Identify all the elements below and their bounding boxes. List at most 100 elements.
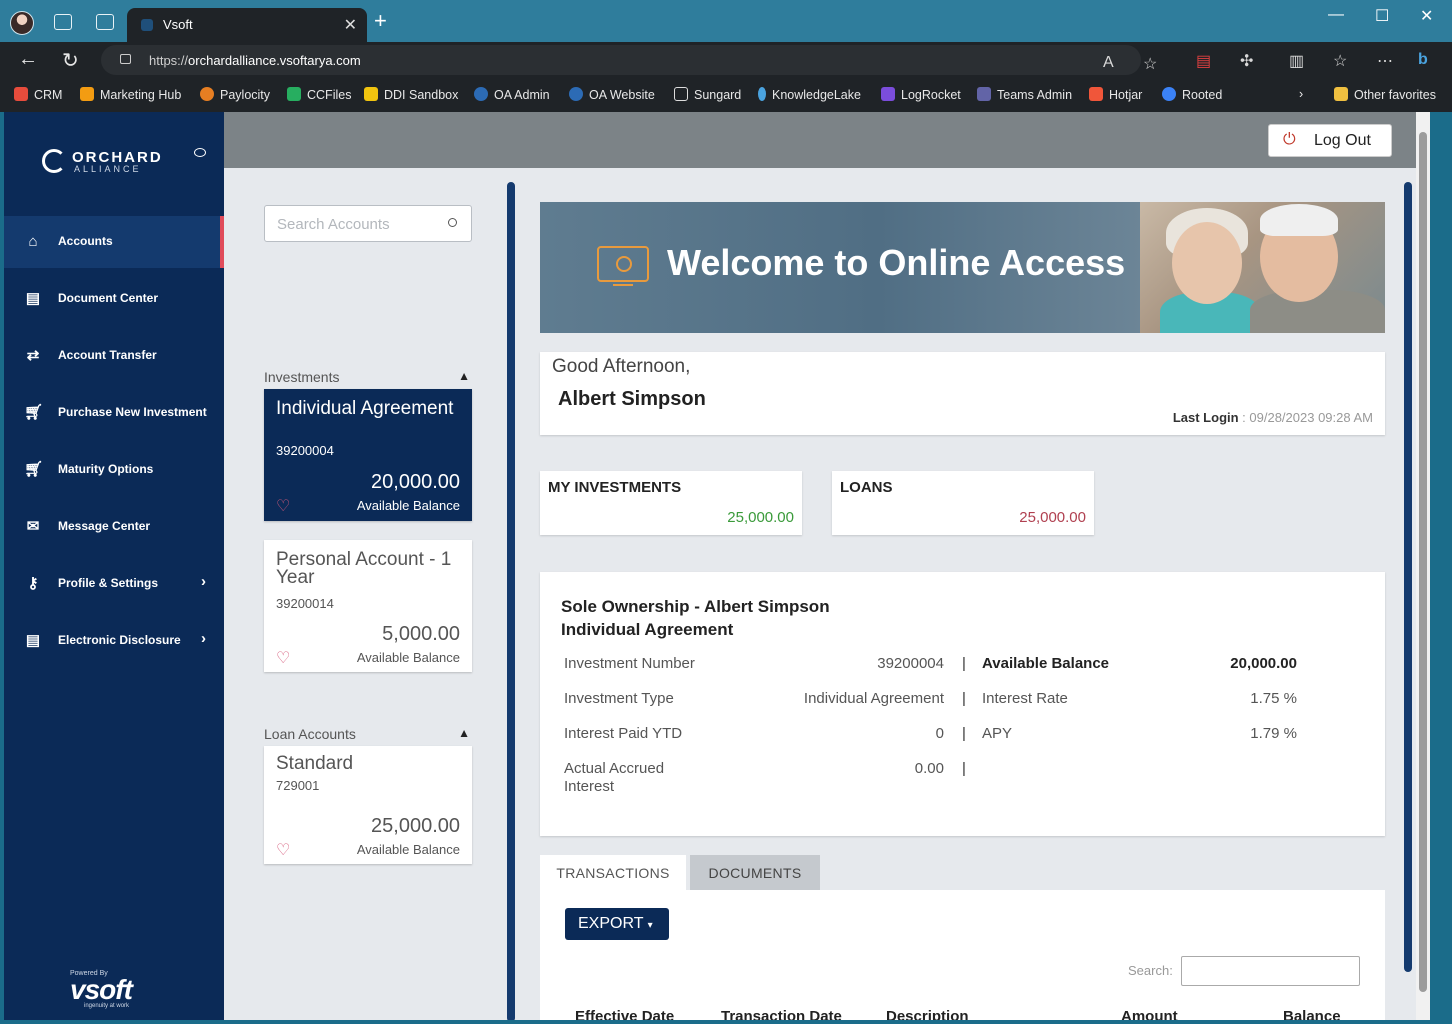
detail-key: Interest Paid YTD	[564, 725, 683, 742]
browser-tab[interactable]: Vsoft ✕	[127, 8, 367, 42]
bing-icon[interactable]: b	[1418, 51, 1428, 69]
account-name: Personal Account - 1 Year	[276, 549, 452, 588]
bookmark-oa-website[interactable]: OA Website	[569, 87, 655, 102]
column-header-amount[interactable]: Amount	[1121, 1008, 1178, 1020]
extension-icon[interactable]: ▤	[1196, 51, 1211, 71]
minimize-icon[interactable]: —	[1328, 6, 1344, 24]
detail-value: 20,000.00	[1230, 655, 1297, 672]
bookmark-ccfiles[interactable]: CCFiles	[287, 87, 351, 102]
heart-icon[interactable]: ♡	[276, 648, 290, 668]
content-scrollbar[interactable]	[1404, 182, 1412, 972]
other-favorites[interactable]: Other favorites	[1334, 87, 1436, 102]
search-accounts-input[interactable]: Search Accounts	[264, 205, 472, 242]
bookmark-hotjar[interactable]: Hotjar	[1089, 87, 1142, 102]
account-detail-card: Sole Ownership - Albert Simpson Individu…	[540, 572, 1385, 836]
sidebar-item-maturity-options[interactable]: 🛒︎ Maturity Options	[4, 444, 224, 496]
chevron-right-icon[interactable]: ›	[1299, 87, 1303, 101]
detail-separator: |	[962, 725, 966, 742]
ccfiles-icon	[287, 87, 301, 101]
detail-key: Investment Type	[564, 690, 674, 707]
favorites-icon[interactable]: ☆	[1333, 51, 1347, 71]
account-balance: 5,000.00	[382, 623, 460, 645]
heart-icon[interactable]: ♡	[276, 840, 290, 860]
more-icon[interactable]: ⋯	[1377, 51, 1393, 71]
page-scrollbar[interactable]	[1416, 112, 1430, 1020]
banner-title: Welcome to Online Access	[667, 242, 1126, 283]
bookmark-ddi-sandbox[interactable]: DDI Sandbox	[364, 87, 458, 102]
investments-heading[interactable]: Investments ▲	[264, 369, 472, 385]
loans-heading[interactable]: Loan Accounts ▲	[264, 726, 472, 742]
detail-key: APY	[982, 725, 1013, 742]
bookmark-sungard[interactable]: Sungard	[674, 87, 741, 102]
loans-total[interactable]: LOANS 25,000.00	[832, 471, 1094, 535]
bookmark-paylocity[interactable]: Paylocity	[200, 87, 270, 102]
sidebar-item-profile-settings[interactable]: ⚷ Profile & Settings ›	[4, 558, 224, 610]
scrollbar-thumb[interactable]	[1419, 132, 1427, 992]
workspaces-icon[interactable]	[54, 14, 72, 30]
account-balance: 25,000.00	[371, 815, 460, 837]
bookmark-logrocket[interactable]: LogRocket	[881, 87, 961, 102]
marketing-hub-icon	[80, 87, 94, 101]
detail-key: Investment Number	[564, 655, 695, 672]
bookmark-rooted[interactable]: Rooted	[1162, 87, 1222, 102]
cart-icon: 🛒︎	[24, 461, 44, 478]
column-header-balance[interactable]: Balance	[1283, 1008, 1341, 1020]
column-header-effective-date[interactable]: Effective Date	[575, 1008, 674, 1020]
welcome-banner: Welcome to Online Access	[540, 202, 1385, 333]
eye-toggle-icon[interactable]	[194, 148, 206, 157]
caret-down-icon: ▾	[647, 920, 653, 931]
bookmark-oa-admin[interactable]: OA Admin	[474, 87, 550, 102]
bookmark-marketing-hub[interactable]: Marketing Hub	[80, 87, 181, 102]
transactions-search-label: Search:	[1128, 963, 1173, 978]
sidebar-item-document-center[interactable]: ▤ Document Center	[4, 273, 224, 325]
detail-separator: |	[962, 690, 966, 707]
chevron-up-icon[interactable]: ▲	[458, 369, 470, 383]
export-button[interactable]: EXPORT ▾	[565, 908, 669, 940]
sidebar-item-purchase-new-investment[interactable]: 🛒︎ Purchase New Investment	[4, 387, 224, 439]
bookmark-knowledgelake[interactable]: KnowledgeLake	[758, 87, 861, 102]
chevron-up-icon[interactable]: ▲	[458, 726, 470, 740]
oa-website-icon	[569, 87, 583, 101]
sidebar-item-message-center[interactable]: ✉ Message Center	[4, 501, 224, 553]
profile-avatar[interactable]	[10, 11, 34, 35]
tab-transactions[interactable]: TRANSACTIONS	[540, 855, 686, 891]
back-icon[interactable]: ←	[18, 48, 38, 71]
my-investments-total[interactable]: MY INVESTMENTS 25,000.00	[540, 471, 802, 535]
key-icon: ⚷	[27, 575, 39, 592]
detail-value: Individual Agreement	[803, 690, 944, 707]
investments-heading-label: Investments	[264, 369, 340, 385]
extensions-puzzle-icon[interactable]: ✣	[1240, 51, 1253, 71]
column-header-description[interactable]: Description	[886, 1008, 969, 1020]
url-bar[interactable]: https://orchardalliance.vsoftarya.com A …	[101, 45, 1157, 75]
favorite-star-icon[interactable]: ☆	[1143, 54, 1157, 74]
bookmark-crm[interactable]: CRM	[14, 87, 62, 102]
transactions-panel: EXPORT ▾ Search: Effective Date Transact…	[540, 890, 1385, 1020]
account-card-individual-agreement[interactable]: Individual Agreement 39200004 20,000.00 …	[264, 389, 472, 521]
search-icon[interactable]	[448, 218, 457, 227]
column-header-transaction-date[interactable]: Transaction Date	[721, 1008, 842, 1020]
account-card-personal-account[interactable]: Personal Account - 1 Year 39200014 5,000…	[264, 540, 472, 672]
chevron-right-icon: ›	[201, 630, 206, 647]
transactions-search-input[interactable]	[1181, 956, 1360, 986]
split-screen-icon[interactable]: ▥	[1289, 51, 1304, 71]
tab-documents[interactable]: DOCUMENTS	[690, 855, 820, 891]
heart-icon[interactable]: ♡	[276, 496, 290, 516]
refresh-icon[interactable]: ↻	[62, 48, 79, 73]
maximize-icon[interactable]: ☐	[1375, 6, 1389, 26]
account-card-standard[interactable]: Standard 729001 25,000.00 Available Bala…	[264, 746, 472, 864]
sidebar-item-account-transfer[interactable]: ⇄ Account Transfer	[4, 330, 224, 382]
new-tab-icon[interactable]: +	[374, 10, 387, 32]
panel-scrollbar[interactable]	[507, 182, 515, 1020]
logout-button[interactable]: ⏻ Log Out	[1268, 124, 1392, 157]
account-name: Individual Agreement	[276, 398, 454, 419]
sidebar-item-accounts[interactable]: ⌂ Accounts	[4, 216, 224, 268]
url-text: https://orchardalliance.vsoftarya.com	[149, 53, 361, 68]
cart-icon: 🛒︎	[24, 404, 44, 421]
close-tab-icon[interactable]: ✕	[344, 15, 357, 35]
sidebar-item-electronic-disclosure[interactable]: ▤ Electronic Disclosure ›	[4, 615, 224, 667]
tab-actions-icon[interactable]	[96, 14, 114, 30]
read-aloud-icon[interactable]: A	[1103, 54, 1114, 72]
bookmark-teams-admin[interactable]: Teams Admin	[977, 87, 1072, 102]
video-icon	[597, 246, 649, 286]
close-window-icon[interactable]: ✕	[1420, 6, 1433, 26]
